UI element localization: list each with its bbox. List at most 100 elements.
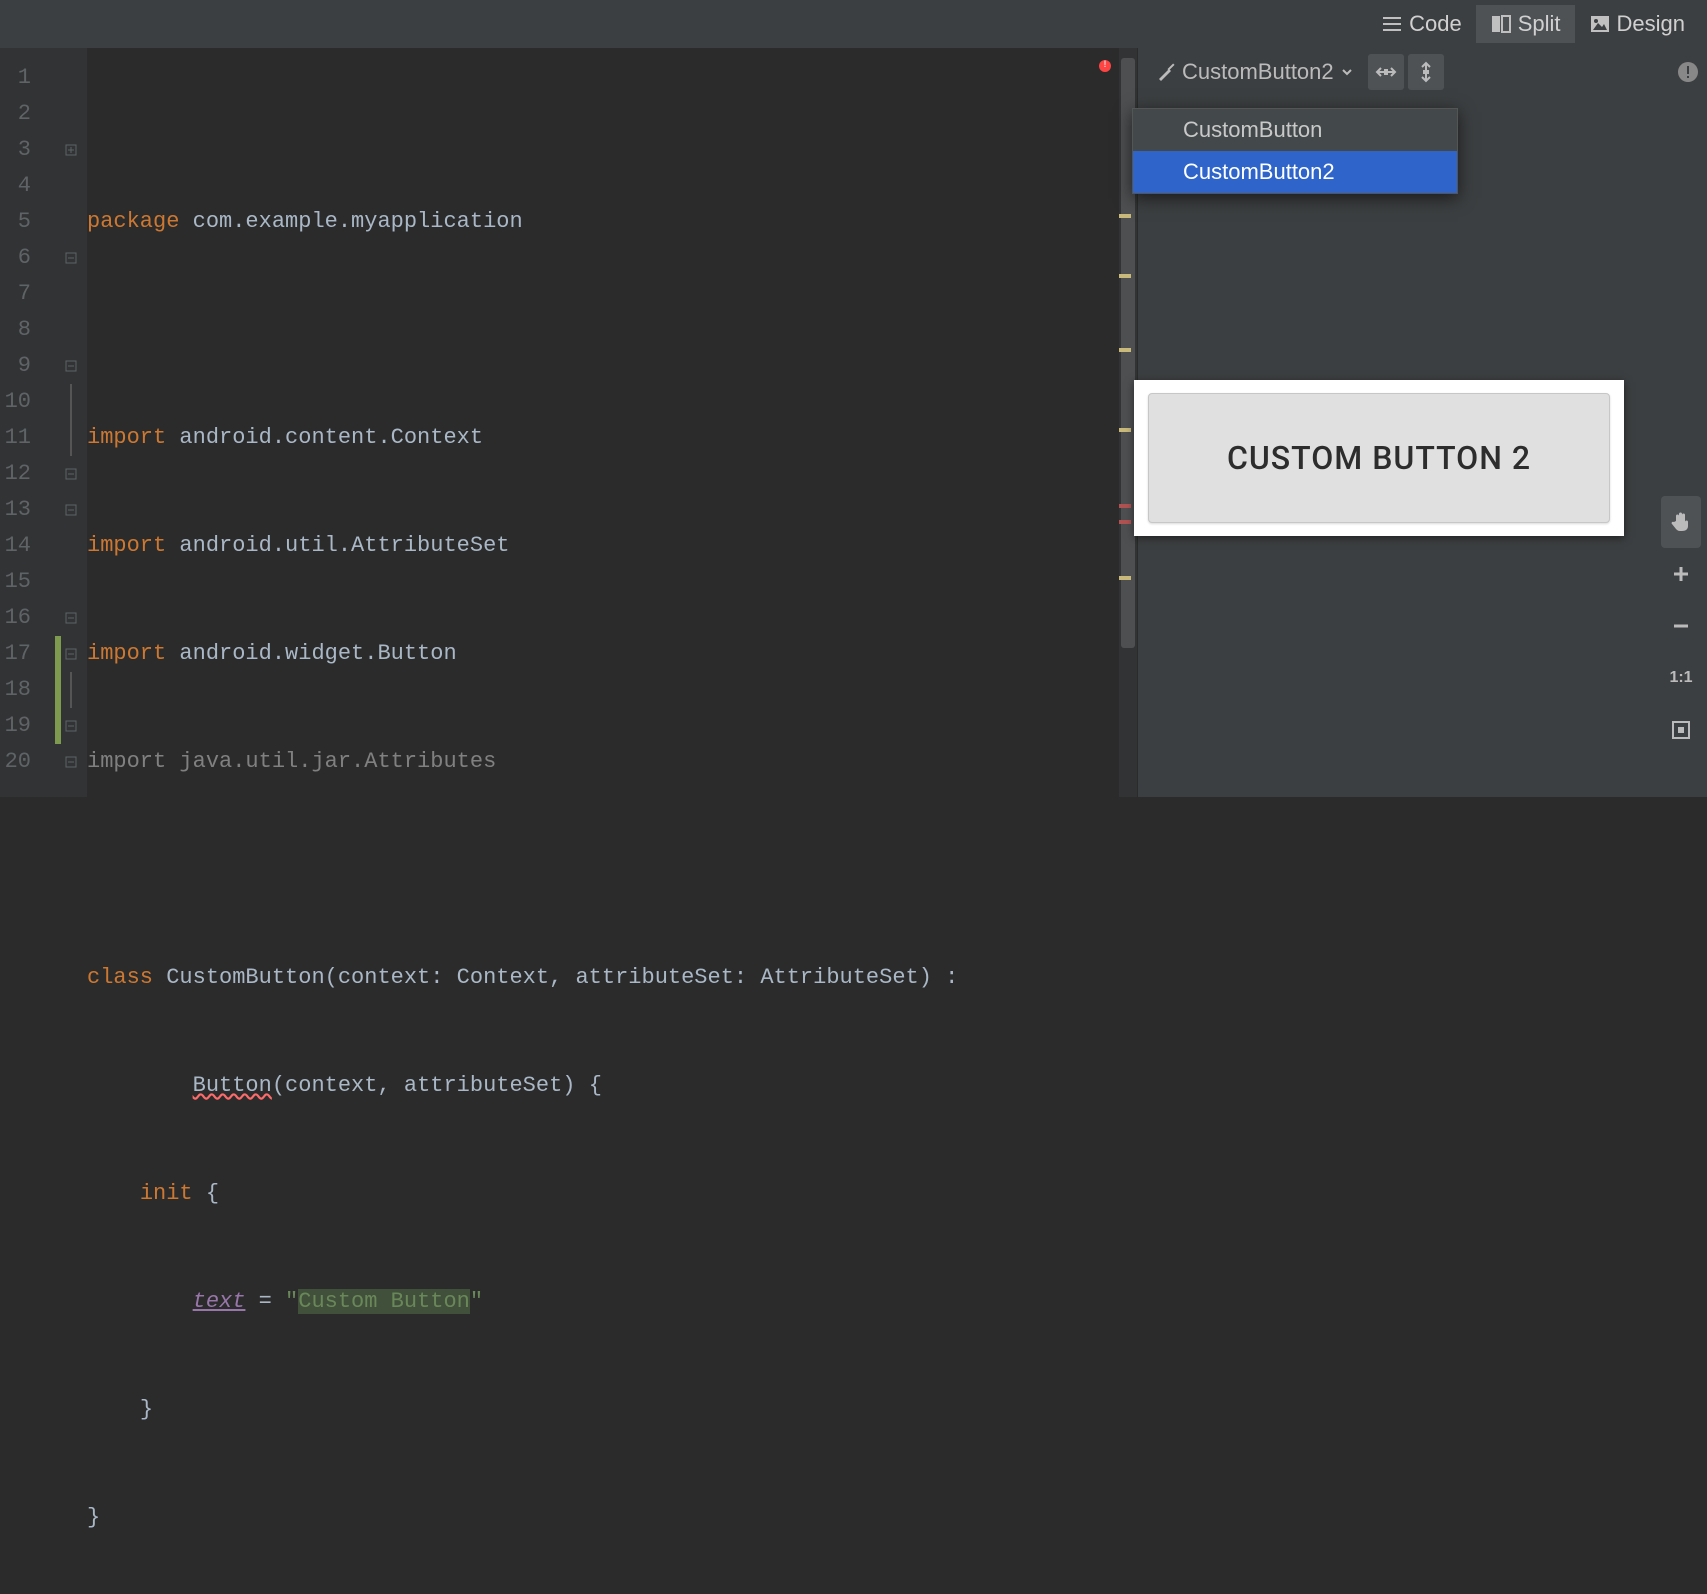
view-mode-split-tab[interactable]: Split <box>1476 5 1575 43</box>
view-mode-code-label: Code <box>1409 11 1462 37</box>
warning-marker[interactable] <box>1119 576 1131 580</box>
issues-indicator-icon[interactable] <box>1677 61 1699 83</box>
view-mode-design-label: Design <box>1617 11 1685 37</box>
indent <box>87 1397 140 1422</box>
rendered-custom-button[interactable]: CUSTOM BUTTON 2 <box>1148 393 1610 523</box>
string-highlighted: Custom Button <box>298 1289 470 1314</box>
fold-plus-icon[interactable] <box>65 144 77 156</box>
view-mode-design-tab[interactable]: Design <box>1575 5 1699 43</box>
code-text: java.util.jar.Attributes <box>166 749 496 774</box>
fold-guide <box>70 384 72 420</box>
error-marker[interactable] <box>1119 520 1131 524</box>
line-number: 20 <box>0 744 55 780</box>
fold-minus-icon[interactable] <box>65 360 77 372</box>
warning-marker[interactable] <box>1119 214 1131 218</box>
kw-init: init <box>140 1181 193 1206</box>
line-number: 12 <box>0 456 55 492</box>
split-icon <box>1490 13 1512 35</box>
one-to-one-icon: 1:1 <box>1669 669 1692 687</box>
vcs-change-marker <box>55 672 61 744</box>
preview-component-selector[interactable]: CustomButton2 <box>1146 55 1364 89</box>
warning-marker[interactable] <box>1119 428 1131 432</box>
kw-import: import <box>87 641 166 666</box>
code-editor[interactable]: ! package com.example.myapplication impo… <box>87 48 1119 797</box>
line-number: 13 <box>0 492 55 528</box>
orientation-landscape-button[interactable] <box>1368 54 1404 90</box>
zoom-out-button[interactable] <box>1661 600 1701 652</box>
zoom-in-button[interactable] <box>1661 548 1701 600</box>
fold-column <box>55 48 87 797</box>
lines-icon <box>1381 13 1403 35</box>
line-number: 8 <box>0 312 55 348</box>
line-number: 10 <box>0 384 55 420</box>
line-number: 11 <box>0 420 55 456</box>
line-number: 3 <box>0 132 55 168</box>
kw-import: import <box>87 425 166 450</box>
stretch-horizontal-icon <box>1375 61 1397 83</box>
line-number: 2 <box>0 96 55 132</box>
dropdown-item-selected[interactable]: CustomButton2 <box>1133 151 1457 193</box>
fold-end-icon[interactable] <box>65 252 77 264</box>
view-mode-code-tab[interactable]: Code <box>1367 5 1476 43</box>
property-text: text <box>193 1289 246 1314</box>
fold-end-icon[interactable] <box>65 756 77 768</box>
line-number: 5 <box>0 204 55 240</box>
line-number: 1 <box>0 60 55 96</box>
fold-end-icon[interactable] <box>65 468 77 480</box>
quote: " <box>470 1289 483 1314</box>
line-number: 14 <box>0 528 55 564</box>
code-text: com.example.myapplication <box>179 209 522 234</box>
line-number: 19 <box>0 708 55 744</box>
dropdown-item[interactable]: CustomButton <box>1133 109 1457 151</box>
view-mode-toolbar: Code Split Design <box>0 0 1707 48</box>
error-indicator-icon[interactable]: ! <box>1099 60 1111 72</box>
indent <box>87 1289 193 1314</box>
fold-guide <box>70 420 72 456</box>
preview-selected-label: CustomButton2 <box>1182 59 1334 85</box>
warning-marker[interactable] <box>1119 348 1131 352</box>
fold-minus-icon[interactable] <box>65 612 77 624</box>
kw-package: package <box>87 209 179 234</box>
brace: { <box>193 1181 219 1206</box>
line-number: 17 <box>0 636 55 672</box>
zoom-fit-button[interactable] <box>1661 704 1701 756</box>
pan-tool-button[interactable] <box>1661 496 1701 548</box>
image-icon <box>1589 13 1611 35</box>
line-number: 6 <box>0 240 55 276</box>
rendered-frame: CUSTOM BUTTON 2 <box>1134 380 1624 536</box>
preview-component-dropdown[interactable]: CustomButton CustomButton2 <box>1132 108 1458 194</box>
fold-minus-icon[interactable] <box>65 648 77 660</box>
line-number: 9 <box>0 348 55 384</box>
warning-marker[interactable] <box>1119 274 1131 278</box>
error-marker[interactable] <box>1119 504 1131 508</box>
zoom-actual-button[interactable]: 1:1 <box>1661 652 1701 704</box>
preview-canvas[interactable]: CUSTOM BUTTON 2 1:1 <box>1138 96 1707 797</box>
preview-header: CustomButton2 <box>1138 48 1707 96</box>
indent <box>87 1073 193 1098</box>
fit-screen-icon <box>1670 719 1692 741</box>
preview-zoom-tools: 1:1 <box>1661 496 1701 756</box>
vcs-change-marker <box>55 636 61 672</box>
kw-import: import <box>87 533 166 558</box>
rendered-button-label: CUSTOM BUTTON 2 <box>1227 439 1531 477</box>
orientation-portrait-button[interactable] <box>1408 54 1444 90</box>
view-mode-split-label: Split <box>1518 11 1561 37</box>
stretch-vertical-icon <box>1415 61 1437 83</box>
plus-icon <box>1670 563 1692 585</box>
main-area: 1 2 3 4 5 6 7 8 9 10 11 12 13 14 15 16 1… <box>0 48 1707 797</box>
code-text: android.content.Context <box>166 425 483 450</box>
assign: = <box>245 1289 285 1314</box>
code-text: android.widget.Button <box>166 641 456 666</box>
line-number: 16 <box>0 600 55 636</box>
chevron-down-icon <box>1340 65 1354 79</box>
design-preview-pane: CustomButton2 CustomButton CustomButton2 <box>1137 48 1707 797</box>
line-number: 7 <box>0 276 55 312</box>
design-tools-icon <box>1156 62 1176 82</box>
line-number: 4 <box>0 168 55 204</box>
kw-import-unused: import <box>87 749 166 774</box>
fold-end-icon[interactable] <box>65 504 77 516</box>
line-number: 18 <box>0 672 55 708</box>
code-text: android.util.AttributeSet <box>166 533 509 558</box>
fold-end-icon[interactable] <box>65 720 77 732</box>
kw-class: class <box>87 965 153 990</box>
